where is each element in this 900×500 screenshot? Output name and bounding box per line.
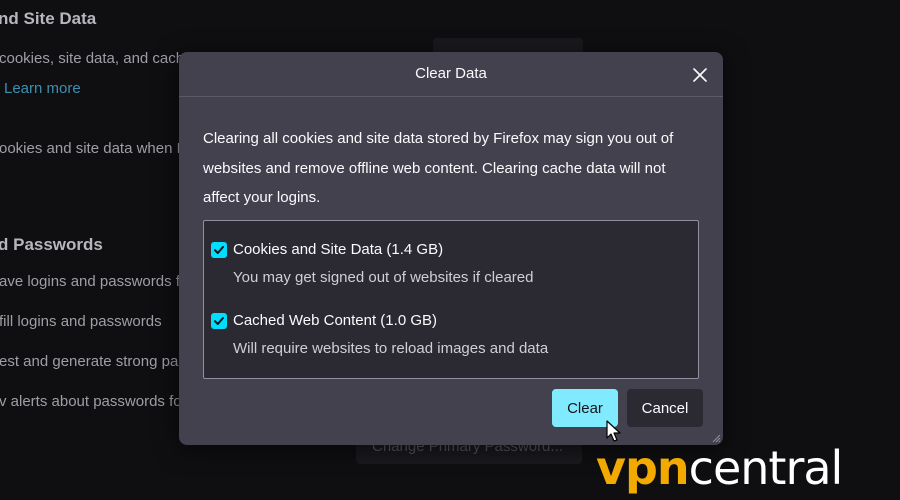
close-button[interactable]	[687, 62, 713, 88]
cookies-description: cookies, site data, and cache	[0, 50, 193, 67]
clear-data-dialog: Clear Data Clearing all cookies and site…	[179, 52, 723, 445]
close-icon	[693, 68, 707, 82]
autofill-logins-option: fill logins and passwords	[0, 313, 162, 330]
dialog-description: Clearing all cookies and site data store…	[203, 130, 674, 206]
cookies-option-label[interactable]: Cookies and Site Data (1.4 GB)	[233, 241, 443, 258]
section-heading-cookies: nd Site Data	[0, 9, 97, 28]
options-group: Cookies and Site Data (1.4 GB) You may g…	[203, 220, 699, 379]
cache-checkbox[interactable]	[211, 313, 227, 329]
vpncentral-logo: vpncentral	[596, 441, 844, 495]
cookies-checkbox[interactable]	[211, 242, 227, 258]
dialog-title: Clear Data	[415, 65, 487, 82]
logo-vpn-text: vpn	[596, 441, 690, 495]
dialog-header: Clear Data	[179, 52, 723, 97]
checkmark-icon	[214, 317, 224, 325]
cookies-option-description: You may get signed out of websites if cl…	[233, 269, 534, 286]
logo-central-text: central	[688, 441, 844, 495]
save-logins-option: ave logins and passwords fo	[0, 273, 189, 290]
learn-more-link[interactable]: Learn more	[4, 80, 81, 97]
breach-alerts-option: v alerts about passwords for	[0, 393, 187, 410]
delete-cookies-option: ookies and site data when F	[0, 140, 186, 157]
suggest-passwords-option: est and generate strong pa	[0, 353, 179, 370]
section-heading-passwords: d Passwords	[0, 235, 103, 254]
cache-option-label[interactable]: Cached Web Content (1.0 GB)	[233, 312, 437, 329]
cancel-button[interactable]: Cancel	[627, 389, 703, 427]
cache-option-description: Will require websites to reload images a…	[233, 340, 549, 357]
checkmark-icon	[214, 246, 224, 254]
